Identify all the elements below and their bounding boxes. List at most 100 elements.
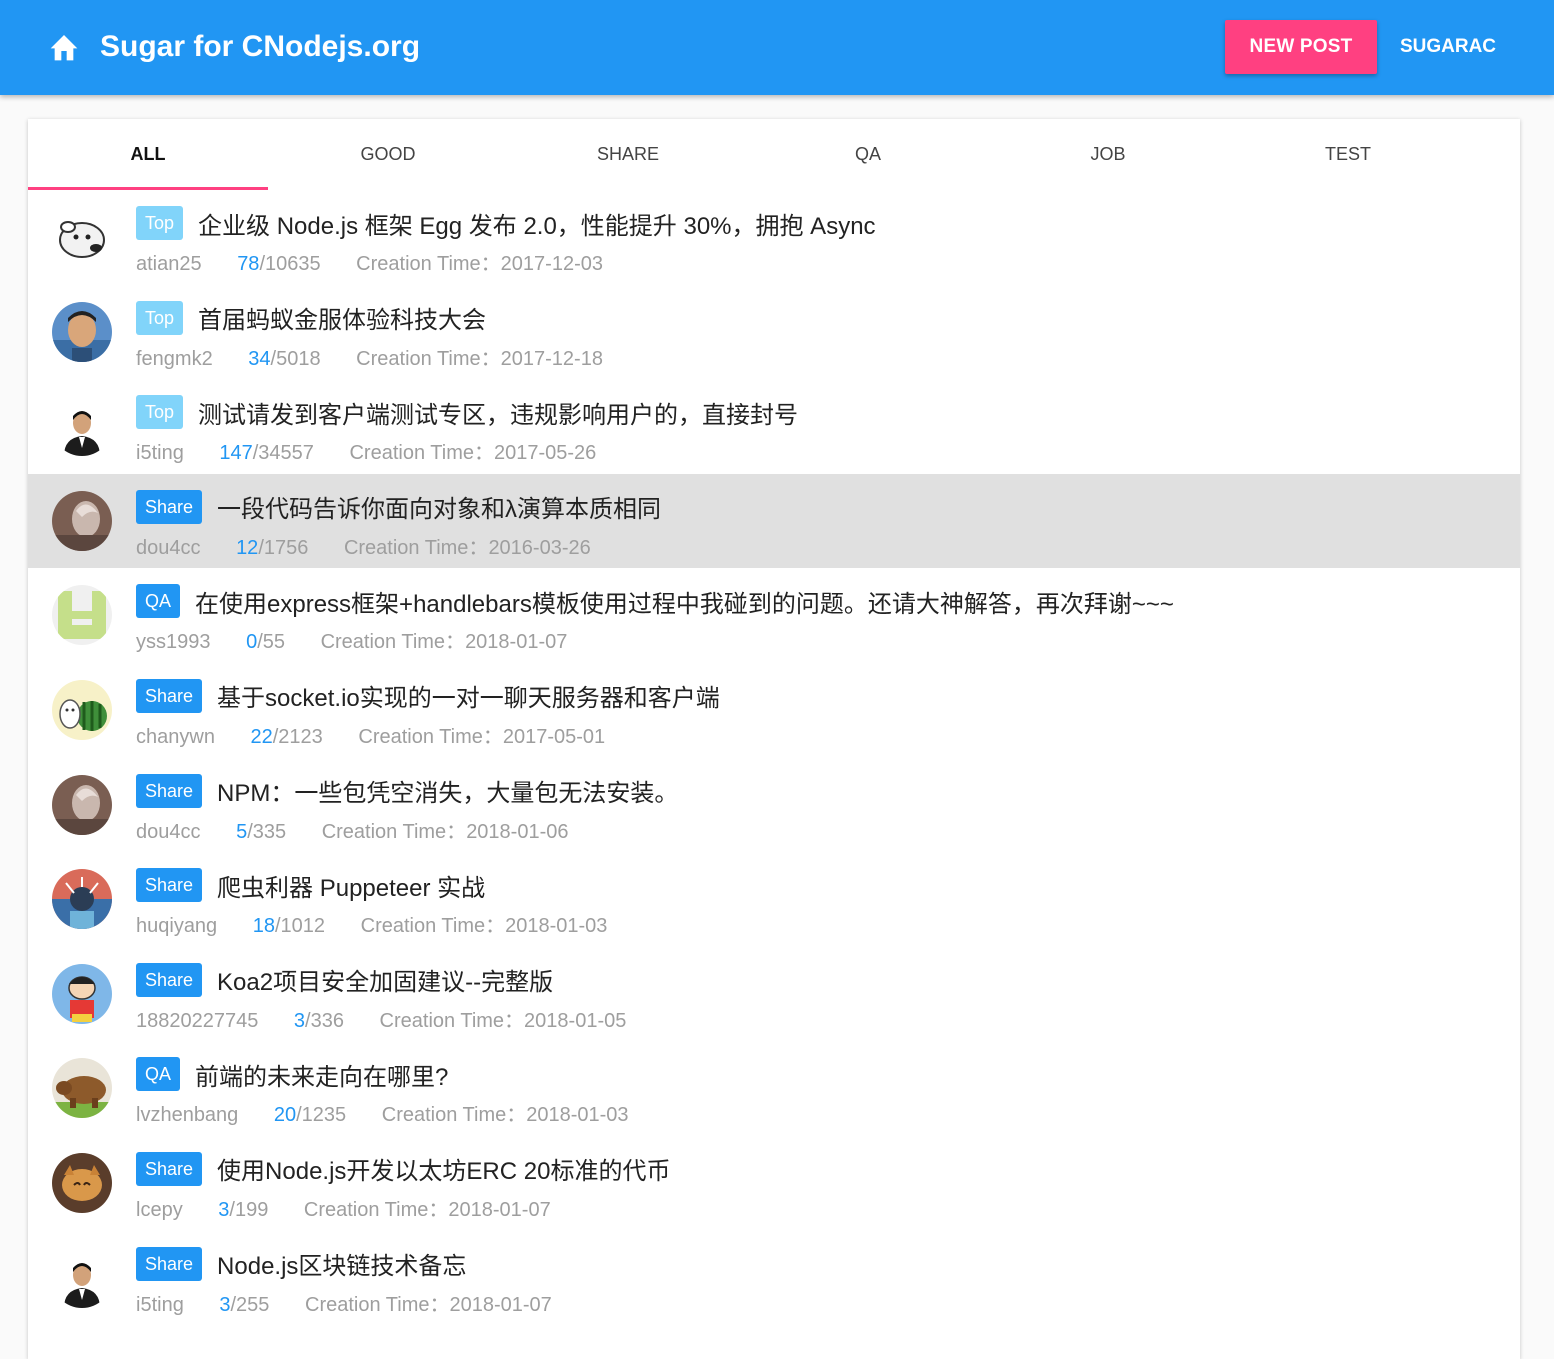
- new-post-button[interactable]: NEW POST: [1225, 20, 1377, 74]
- avatar[interactable]: [52, 1247, 112, 1308]
- avatar[interactable]: [52, 490, 112, 551]
- view-count: /34557: [252, 442, 314, 465]
- avatar[interactable]: [52, 396, 112, 457]
- creation-date: 2018-01-07: [465, 631, 568, 654]
- view-count: /1235: [296, 1104, 347, 1127]
- topic-title[interactable]: NPM：一些包凭空消失，大量包无法安装。: [217, 773, 678, 808]
- reply-count: 22: [250, 725, 273, 748]
- topic-title[interactable]: 基于socket.io实现的一对一聊天服务器和客户端: [217, 678, 720, 713]
- topic-row[interactable]: Share Koa2项目安全加固建议--完整版 18820227745 3/33…: [28, 947, 1520, 1042]
- topic-row[interactable]: QA 前端的未来走向在哪里? lvzhenbang 20/1235 Creati…: [28, 1041, 1520, 1136]
- avatar[interactable]: [52, 1058, 112, 1119]
- view-count: /255: [230, 1293, 270, 1316]
- reply-count: 12: [236, 536, 259, 559]
- tab-test[interactable]: TEST: [1228, 119, 1468, 190]
- topic-author: lcepy: [136, 1198, 183, 1221]
- topic-title[interactable]: Koa2项目安全加固建议--完整版: [217, 962, 553, 997]
- avatar[interactable]: [52, 869, 112, 930]
- topic-title[interactable]: 首届蚂蚁金服体验科技大会: [198, 300, 486, 335]
- topic-row[interactable]: Share 使用Node.js开发以太坊ERC 20标准的代币 lcepy 3/…: [28, 1136, 1520, 1231]
- avatar[interactable]: [52, 679, 112, 740]
- creation-date: 2018-01-03: [526, 1104, 629, 1127]
- category-tabs: ALL GOOD SHARE QA JOB TEST: [28, 119, 1520, 190]
- topic-title[interactable]: 测试请发到客户端测试专区，违规影响用户的，直接封号: [198, 395, 798, 430]
- topic-row[interactable]: Share 一段代码告诉你面向对象和λ演算本质相同 dou4cc 12/1756…: [28, 473, 1520, 569]
- tag-share: Share: [136, 962, 203, 997]
- topic-title[interactable]: 一段代码告诉你面向对象和λ演算本质相同: [217, 489, 661, 524]
- user-menu-button[interactable]: SUGARAC: [1385, 20, 1511, 74]
- reply-count: 18: [252, 915, 275, 938]
- reply-count: 5: [236, 820, 248, 843]
- view-count: /2123: [272, 725, 323, 748]
- topic-author: dou4cc: [136, 820, 201, 843]
- view-count: /55: [257, 631, 285, 654]
- tab-qa[interactable]: QA: [748, 119, 988, 190]
- topic-title[interactable]: 使用Node.js开发以太坊ERC 20标准的代币: [217, 1151, 670, 1186]
- topic-title[interactable]: 在使用express框架+handlebars模板使用过程中我碰到的问题。还请大…: [195, 584, 1174, 619]
- topic-stats: 22/2123: [251, 726, 323, 748]
- avatar[interactable]: [52, 963, 112, 1024]
- creation-label: Creation Time：: [303, 1198, 449, 1221]
- topic-row[interactable]: Share 爬虫利器 Puppeteer 实战 huqiyang 18/1012…: [28, 852, 1520, 947]
- creation-date: 2017-05-26: [493, 442, 597, 465]
- tag-qa: QA: [136, 584, 181, 619]
- topic-stats: 147/34557: [219, 442, 314, 464]
- creation-label: Creation Time：: [305, 1293, 450, 1316]
- topic-stats: 34/5018: [248, 348, 320, 370]
- creation-label: Creation Time：: [343, 536, 489, 559]
- topic-row[interactable]: QA 在使用express框架+handlebars模板使用过程中我碰到的问题。…: [28, 568, 1520, 663]
- topic-list: Top 企业级 Node.js 框架 Egg 发布 2.0，性能提升 30%，拥…: [28, 190, 1520, 1325]
- topic-stats: 3/336: [294, 1010, 344, 1032]
- view-count: /335: [247, 820, 287, 843]
- app-bar: Sugar for CNodejs.org NEW POST SUGARAC: [0, 0, 1554, 95]
- creation-label: Creation Time：: [356, 253, 501, 275]
- topic-stats: 5/335: [236, 821, 286, 843]
- topic-stats: 18/1012: [253, 915, 325, 937]
- topic-author: huqiyang: [136, 915, 218, 938]
- avatar[interactable]: [52, 1152, 112, 1213]
- topic-title[interactable]: 前端的未来走向在哪里?: [195, 1057, 448, 1092]
- creation-date: 2018-01-07: [449, 1293, 552, 1316]
- topic-row[interactable]: Share NPM：一些包凭空消失，大量包无法安装。 dou4cc 5/335 …: [28, 758, 1520, 853]
- topic-author: chanywn: [136, 725, 215, 748]
- view-count: /5018: [270, 347, 321, 370]
- topic-row[interactable]: Share 基于socket.io实现的一对一聊天服务器和客户端 chanywn…: [28, 663, 1520, 758]
- tag-top: Top: [136, 206, 184, 240]
- creation-date: 2017-05-01: [502, 725, 606, 748]
- view-count: /10635: [259, 253, 321, 275]
- topic-author: dou4cc: [136, 536, 201, 559]
- topic-author: 18820227745: [136, 1009, 259, 1032]
- topic-stats: 3/199: [218, 1199, 268, 1221]
- creation-date: 2017-12-03: [500, 253, 603, 275]
- tab-share[interactable]: SHARE: [508, 119, 748, 190]
- view-count: /336: [305, 1009, 344, 1032]
- tag-share: Share: [136, 1151, 203, 1186]
- avatar[interactable]: [52, 774, 112, 835]
- topic-title[interactable]: 企业级 Node.js 框架 Egg 发布 2.0，性能提升 30%，拥抱 As…: [198, 206, 876, 241]
- topic-title[interactable]: 爬虫利器 Puppeteer 实战: [217, 868, 485, 903]
- view-count: /199: [229, 1198, 269, 1221]
- topic-row[interactable]: Share Node.js区块链技术备忘 i5ting 3/255 Creati…: [28, 1231, 1520, 1326]
- tag-qa: QA: [136, 1057, 181, 1092]
- tab-all[interactable]: ALL: [28, 119, 268, 190]
- creation-date: 2018-01-07: [448, 1198, 551, 1221]
- avatar[interactable]: [52, 585, 112, 646]
- topic-stats: 12/1756: [236, 537, 308, 559]
- reply-count: 78: [237, 253, 260, 275]
- creation-date: 2018-01-06: [466, 820, 569, 843]
- topic-title[interactable]: Node.js区块链技术备忘: [217, 1246, 466, 1281]
- creation-label: Creation Time：: [349, 442, 494, 465]
- topic-row[interactable]: Top 测试请发到客户端测试专区，违规影响用户的，直接封号 i5ting 147…: [28, 379, 1520, 474]
- topic-author: atian25: [136, 253, 202, 275]
- avatar[interactable]: [52, 301, 112, 362]
- topic-row[interactable]: Top 企业级 Node.js 框架 Egg 发布 2.0，性能提升 30%，拥…: [28, 190, 1520, 285]
- topic-stats: 20/1235: [274, 1104, 346, 1126]
- topic-row[interactable]: Top 首届蚂蚁金服体验科技大会 fengmk2 34/5018 Creatio…: [28, 285, 1520, 380]
- home-icon[interactable]: [48, 32, 80, 62]
- tab-good[interactable]: GOOD: [268, 119, 508, 190]
- topic-author: fengmk2: [136, 347, 213, 370]
- tab-job[interactable]: JOB: [988, 119, 1228, 190]
- avatar[interactable]: [52, 207, 112, 267]
- tag-share: Share: [136, 868, 203, 903]
- creation-label: Creation Time：: [379, 1009, 525, 1032]
